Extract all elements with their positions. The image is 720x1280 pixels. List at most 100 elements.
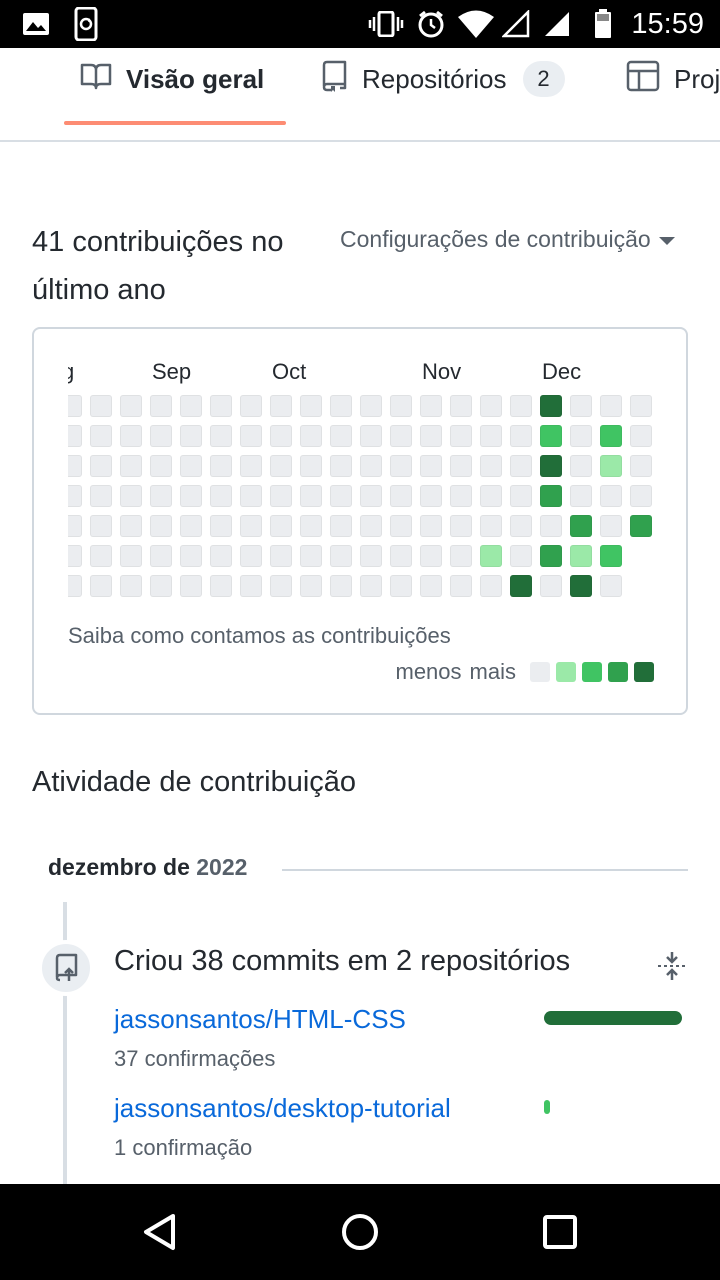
contribution-day-cell[interactable]	[180, 425, 202, 447]
contribution-day-cell[interactable]	[540, 395, 562, 417]
contribution-day-cell[interactable]	[360, 545, 382, 567]
contribution-day-cell[interactable]	[360, 515, 382, 537]
contribution-day-cell[interactable]	[330, 575, 352, 597]
contribution-day-cell[interactable]	[330, 455, 352, 477]
contribution-day-cell[interactable]	[210, 515, 232, 537]
contribution-day-cell[interactable]	[570, 545, 592, 567]
contribution-day-cell[interactable]	[240, 545, 262, 567]
contribution-day-cell[interactable]	[540, 575, 562, 597]
contribution-day-cell[interactable]	[360, 485, 382, 507]
contribution-day-cell[interactable]	[330, 545, 352, 567]
contribution-day-cell[interactable]	[420, 515, 442, 537]
contribution-day-cell[interactable]	[210, 545, 232, 567]
contribution-day-cell[interactable]	[420, 455, 442, 477]
tab-repositories[interactable]: Repositórios 2	[320, 48, 565, 110]
contribution-day-cell[interactable]	[240, 485, 262, 507]
contribution-day-cell[interactable]	[600, 425, 622, 447]
contribution-day-cell[interactable]	[120, 455, 142, 477]
contribution-day-cell[interactable]	[68, 515, 82, 537]
tab-projects[interactable]: Proj	[626, 48, 720, 110]
contribution-day-cell[interactable]	[270, 515, 292, 537]
contribution-day-cell[interactable]	[510, 395, 532, 417]
contribution-day-cell[interactable]	[150, 575, 172, 597]
contribution-day-cell[interactable]	[90, 455, 112, 477]
contribution-day-cell[interactable]	[68, 425, 82, 447]
contribution-day-cell[interactable]	[68, 395, 82, 417]
contribution-day-cell[interactable]	[480, 455, 502, 477]
home-icon[interactable]	[312, 1184, 408, 1280]
contribution-day-cell[interactable]	[420, 485, 442, 507]
contribution-day-cell[interactable]	[240, 395, 262, 417]
contribution-day-cell[interactable]	[390, 395, 412, 417]
contribution-day-cell[interactable]	[600, 395, 622, 417]
contribution-day-cell[interactable]	[240, 455, 262, 477]
contribution-day-cell[interactable]	[360, 395, 382, 417]
contribution-day-cell[interactable]	[570, 575, 592, 597]
contribution-day-cell[interactable]	[240, 575, 262, 597]
contribution-day-cell[interactable]	[600, 545, 622, 567]
contribution-day-cell[interactable]	[540, 485, 562, 507]
contribution-day-cell[interactable]	[390, 545, 412, 567]
contribution-day-cell[interactable]	[570, 455, 592, 477]
contribution-day-cell[interactable]	[150, 515, 172, 537]
contribution-day-cell[interactable]	[510, 425, 532, 447]
contribution-day-cell[interactable]	[510, 485, 532, 507]
contribution-day-cell[interactable]	[180, 515, 202, 537]
contribution-day-cell[interactable]	[300, 425, 322, 447]
contribution-day-cell[interactable]	[300, 545, 322, 567]
contribution-day-cell[interactable]	[390, 575, 412, 597]
contribution-day-cell[interactable]	[270, 455, 292, 477]
contribution-day-cell[interactable]	[540, 455, 562, 477]
contribution-day-cell[interactable]	[68, 485, 82, 507]
contribution-day-cell[interactable]	[450, 515, 472, 537]
repo-link-html-css[interactable]: jassonsantos/HTML-CSS	[114, 1004, 406, 1035]
contribution-day-cell[interactable]	[600, 485, 622, 507]
contribution-day-cell[interactable]	[120, 485, 142, 507]
contribution-day-cell[interactable]	[270, 395, 292, 417]
contribution-day-cell[interactable]	[180, 485, 202, 507]
contribution-day-cell[interactable]	[210, 575, 232, 597]
contribution-day-cell[interactable]	[480, 425, 502, 447]
contribution-day-cell[interactable]	[270, 575, 292, 597]
contribution-day-cell[interactable]	[540, 545, 562, 567]
contribution-day-cell[interactable]	[420, 425, 442, 447]
contribution-day-cell[interactable]	[68, 575, 82, 597]
contribution-day-cell[interactable]	[420, 395, 442, 417]
contribution-day-cell[interactable]	[180, 545, 202, 567]
contribution-day-cell[interactable]	[600, 515, 622, 537]
contribution-day-cell[interactable]	[150, 545, 172, 567]
contribution-day-cell[interactable]	[450, 545, 472, 567]
contribution-day-cell[interactable]	[90, 485, 112, 507]
contribution-day-cell[interactable]	[210, 455, 232, 477]
contribution-day-cell[interactable]	[480, 575, 502, 597]
contribution-day-cell[interactable]	[480, 515, 502, 537]
contribution-day-cell[interactable]	[630, 455, 652, 477]
contribution-day-cell[interactable]	[150, 425, 172, 447]
contribution-day-cell[interactable]	[390, 515, 412, 537]
contribution-day-cell[interactable]	[570, 485, 592, 507]
contribution-day-cell[interactable]	[570, 425, 592, 447]
contribution-day-cell[interactable]	[330, 395, 352, 417]
contribution-day-cell[interactable]	[390, 425, 412, 447]
collapse-icon[interactable]	[656, 950, 688, 982]
contribution-day-cell[interactable]	[570, 515, 592, 537]
contribution-day-cell[interactable]	[510, 545, 532, 567]
contribution-day-cell[interactable]	[450, 395, 472, 417]
contribution-day-cell[interactable]	[450, 485, 472, 507]
contribution-day-cell[interactable]	[90, 395, 112, 417]
contribution-day-cell[interactable]	[210, 425, 232, 447]
contribution-day-cell[interactable]	[480, 485, 502, 507]
contribution-day-cell[interactable]	[510, 575, 532, 597]
contribution-day-cell[interactable]	[120, 515, 142, 537]
contribution-day-cell[interactable]	[120, 395, 142, 417]
contribution-day-cell[interactable]	[420, 575, 442, 597]
contribution-day-cell[interactable]	[450, 425, 472, 447]
contribution-day-cell[interactable]	[270, 545, 292, 567]
contribution-day-cell[interactable]	[240, 515, 262, 537]
contribution-day-cell[interactable]	[210, 485, 232, 507]
contribution-day-cell[interactable]	[300, 485, 322, 507]
contribution-day-cell[interactable]	[180, 455, 202, 477]
contribution-day-cell[interactable]	[540, 515, 562, 537]
contribution-day-cell[interactable]	[390, 455, 412, 477]
learn-how-contributions-link[interactable]: Saiba como contamos as contribuições	[68, 623, 451, 649]
